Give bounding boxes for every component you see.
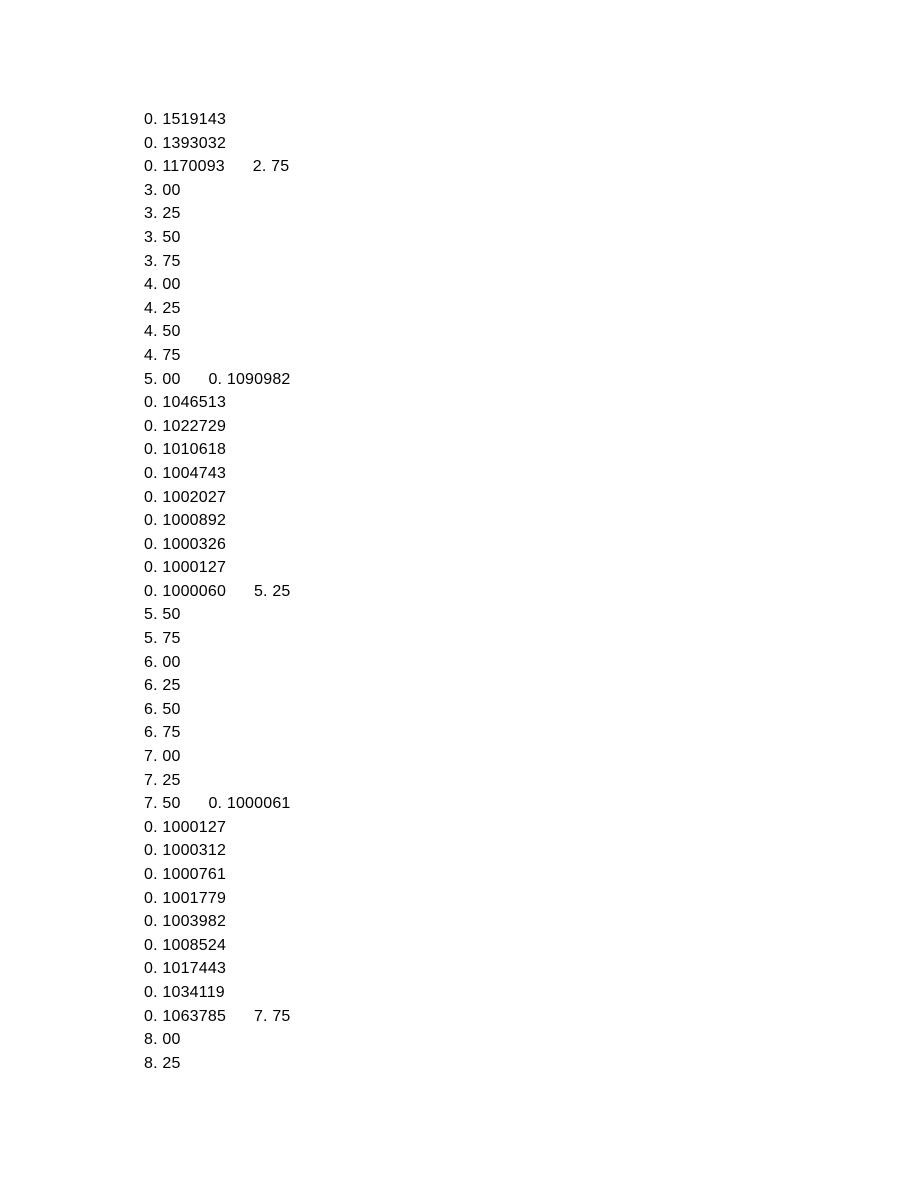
text-line: 5. 00 0. 1090982 <box>144 368 920 392</box>
text-line: 4. 00 <box>144 273 920 297</box>
text-line: 0. 1010618 <box>144 438 920 462</box>
text-line: 0. 1002027 <box>144 486 920 510</box>
text-line: 0. 1000892 <box>144 509 920 533</box>
text-line: 3. 25 <box>144 202 920 226</box>
text-line: 0. 1008524 <box>144 934 920 958</box>
text-line: 4. 50 <box>144 320 920 344</box>
document-page: 0. 1519143 0. 1393032 0. 1170093 2. 75 3… <box>0 0 920 1075</box>
text-line: 0. 1000761 <box>144 863 920 887</box>
text-line: 3. 75 <box>144 250 920 274</box>
text-line: 0. 1000312 <box>144 839 920 863</box>
text-line: 5. 75 <box>144 627 920 651</box>
text-line: 7. 25 <box>144 769 920 793</box>
text-line: 6. 75 <box>144 721 920 745</box>
text-line: 5. 50 <box>144 603 920 627</box>
text-line: 0. 1000060 5. 25 <box>144 580 920 604</box>
text-line: 0. 1017443 <box>144 957 920 981</box>
text-line: 0. 1034119 <box>144 981 920 1005</box>
text-line: 6. 00 <box>144 651 920 675</box>
text-line: 0. 1393032 <box>144 132 920 156</box>
text-line: 0. 1000127 <box>144 556 920 580</box>
text-line: 0. 1001779 <box>144 887 920 911</box>
text-line: 4. 25 <box>144 297 920 321</box>
text-line: 0. 1170093 2. 75 <box>144 155 920 179</box>
text-line: 6. 25 <box>144 674 920 698</box>
text-line: 0. 1000127 <box>144 816 920 840</box>
text-line: 0. 1003982 <box>144 910 920 934</box>
text-line: 0. 1063785 7. 75 <box>144 1005 920 1029</box>
text-line: 0. 1046513 <box>144 391 920 415</box>
text-line: 0. 1519143 <box>144 108 920 132</box>
text-line: 0. 1022729 <box>144 415 920 439</box>
text-line: 4. 75 <box>144 344 920 368</box>
text-line: 0. 1000326 <box>144 533 920 557</box>
text-line: 0. 1004743 <box>144 462 920 486</box>
text-line: 6. 50 <box>144 698 920 722</box>
text-line: 7. 00 <box>144 745 920 769</box>
text-line: 8. 25 <box>144 1052 920 1076</box>
text-line: 3. 00 <box>144 179 920 203</box>
text-line: 8. 00 <box>144 1028 920 1052</box>
text-line: 7. 50 0. 1000061 <box>144 792 920 816</box>
text-line: 3. 50 <box>144 226 920 250</box>
